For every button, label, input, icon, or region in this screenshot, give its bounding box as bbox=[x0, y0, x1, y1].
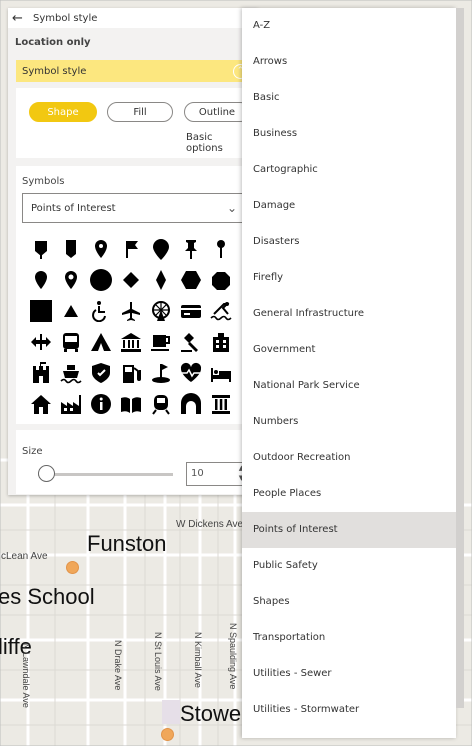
category-list-scrollbar[interactable] bbox=[456, 8, 464, 708]
list-item[interactable]: National Park Service bbox=[242, 368, 456, 404]
map-pin-icon[interactable] bbox=[30, 238, 52, 260]
tab-fill[interactable]: Fill bbox=[107, 102, 173, 122]
list-item[interactable]: Government bbox=[242, 332, 456, 368]
airplane-icon[interactable] bbox=[120, 300, 142, 322]
book-icon[interactable] bbox=[120, 393, 142, 415]
double-arrow-icon[interactable] bbox=[30, 331, 52, 353]
tent-icon[interactable] bbox=[90, 331, 112, 353]
poi-marker[interactable] bbox=[66, 561, 79, 574]
ferry-icon[interactable] bbox=[60, 362, 82, 384]
location-outline-icon[interactable] bbox=[60, 269, 82, 291]
train-icon[interactable] bbox=[150, 393, 172, 415]
panel-title: Symbol style bbox=[33, 12, 98, 24]
street-label: cLean Ave bbox=[1, 551, 48, 562]
map-marker-icon[interactable] bbox=[30, 269, 52, 291]
street-label: N Lawndale Ave bbox=[21, 643, 31, 708]
list-item[interactable]: Arrows bbox=[242, 44, 456, 80]
symbols-card: Symbols Points of Interest ⌄ bbox=[16, 166, 251, 424]
symbols-label: Symbols bbox=[22, 176, 65, 187]
bed-icon[interactable] bbox=[210, 362, 232, 384]
tab-shape[interactable]: Shape bbox=[29, 102, 97, 122]
factory-icon[interactable] bbox=[60, 393, 82, 415]
wheelchair-icon[interactable] bbox=[90, 300, 112, 322]
list-item[interactable]: Outdoor Recreation bbox=[242, 440, 456, 476]
list-item[interactable]: A-Z bbox=[242, 8, 456, 44]
diamond-icon[interactable] bbox=[120, 269, 142, 291]
location-pin-icon[interactable] bbox=[90, 238, 112, 260]
list-item[interactable]: Points of Interest bbox=[242, 512, 456, 548]
size-slider-thumb[interactable] bbox=[37, 465, 55, 482]
list-item[interactable]: Shapes bbox=[242, 584, 456, 620]
size-card: Size 10 ▲ ▼ bbox=[16, 430, 251, 494]
list-item[interactable]: Transportation bbox=[242, 620, 456, 656]
list-item[interactable]: Cartographic bbox=[242, 152, 456, 188]
list-item[interactable]: Numbers bbox=[242, 404, 456, 440]
bus-icon[interactable] bbox=[60, 331, 82, 353]
hexagon-icon[interactable] bbox=[180, 269, 202, 291]
list-item[interactable]: Utilities - Stormwater bbox=[242, 692, 456, 728]
list-item[interactable]: Business bbox=[242, 116, 456, 152]
list-item[interactable]: People Places bbox=[242, 476, 456, 512]
balloon-pin-icon[interactable] bbox=[150, 238, 172, 260]
back-arrow-icon[interactable]: ← bbox=[12, 11, 26, 26]
symbol-category-list: A-Z Arrows Basic Business Cartographic Damage… bbox=[242, 8, 456, 738]
size-number-input[interactable]: 10 ▲ ▼ bbox=[186, 462, 250, 486]
symbol-style-panel: ← Symbol style Location only Symbol styl… bbox=[8, 8, 258, 495]
street-label: N Kimball Ave bbox=[193, 632, 203, 688]
street-label: N Spaulding Ave bbox=[228, 623, 238, 690]
symbol-style-section-header[interactable]: Symbol style ⌃ bbox=[16, 60, 251, 82]
poi-marker[interactable] bbox=[161, 728, 174, 741]
museum-icon[interactable] bbox=[120, 331, 142, 353]
hotel-building-icon[interactable] bbox=[210, 331, 232, 353]
ferris-wheel-icon[interactable] bbox=[150, 300, 172, 322]
chevron-down-icon: ⌄ bbox=[226, 201, 237, 215]
symbols-category-dropdown[interactable]: Points of Interest ⌄ bbox=[22, 193, 244, 223]
street-label: W Dickens Ave bbox=[176, 519, 244, 530]
list-item[interactable]: Disasters bbox=[242, 224, 456, 260]
place-label: Stowe bbox=[180, 701, 242, 726]
size-slider-track[interactable] bbox=[38, 473, 173, 476]
pushpin-icon[interactable] bbox=[180, 238, 202, 260]
list-item[interactable]: Firefly bbox=[242, 260, 456, 296]
street-label: N Drake Ave bbox=[113, 640, 123, 691]
circle-icon[interactable] bbox=[90, 269, 112, 291]
list-item[interactable]: General Infrastructure bbox=[242, 296, 456, 332]
needle-pin-icon[interactable] bbox=[210, 238, 232, 260]
gavel-icon[interactable] bbox=[180, 331, 202, 353]
tunnel-icon[interactable] bbox=[180, 393, 202, 415]
size-value: 10 bbox=[191, 468, 204, 479]
size-label: Size bbox=[22, 446, 43, 457]
dropdown-value: Points of Interest bbox=[31, 202, 116, 214]
flag-icon[interactable] bbox=[120, 238, 142, 260]
coffee-icon[interactable] bbox=[150, 331, 172, 353]
heart-rate-icon[interactable] bbox=[180, 362, 202, 384]
place-label: es School bbox=[0, 584, 95, 609]
credit-card-icon[interactable] bbox=[180, 300, 202, 322]
house-icon[interactable] bbox=[30, 393, 52, 415]
octagon-icon[interactable] bbox=[210, 269, 232, 291]
square-icon[interactable] bbox=[30, 300, 52, 322]
location-only-label: Location only bbox=[15, 37, 91, 48]
info-icon[interactable] bbox=[90, 393, 112, 415]
triangle-icon[interactable] bbox=[60, 300, 82, 322]
gas-pump-icon[interactable] bbox=[120, 362, 142, 384]
bookmark-pin-icon[interactable] bbox=[60, 238, 82, 260]
shape-options-card: Shape Fill Outline Basic options bbox=[16, 88, 251, 158]
list-item[interactable]: Public Safety bbox=[242, 548, 456, 584]
street-label: N St Louis Ave bbox=[153, 632, 163, 691]
shield-icon[interactable] bbox=[90, 362, 112, 384]
list-item[interactable]: Damage bbox=[242, 188, 456, 224]
panel-header: ← Symbol style bbox=[8, 8, 258, 28]
pool-icon[interactable] bbox=[210, 300, 232, 322]
list-item[interactable]: Basic bbox=[242, 80, 456, 116]
section-title: Symbol style bbox=[22, 65, 87, 77]
list-item[interactable]: Utilities - Sewer bbox=[242, 656, 456, 692]
pillar-icon[interactable] bbox=[210, 393, 232, 415]
castle-icon[interactable] bbox=[30, 362, 52, 384]
rhombus-icon[interactable] bbox=[150, 269, 172, 291]
place-label: Funston bbox=[87, 531, 167, 556]
tab-outline[interactable]: Outline bbox=[184, 102, 250, 122]
golf-icon[interactable] bbox=[150, 362, 172, 384]
